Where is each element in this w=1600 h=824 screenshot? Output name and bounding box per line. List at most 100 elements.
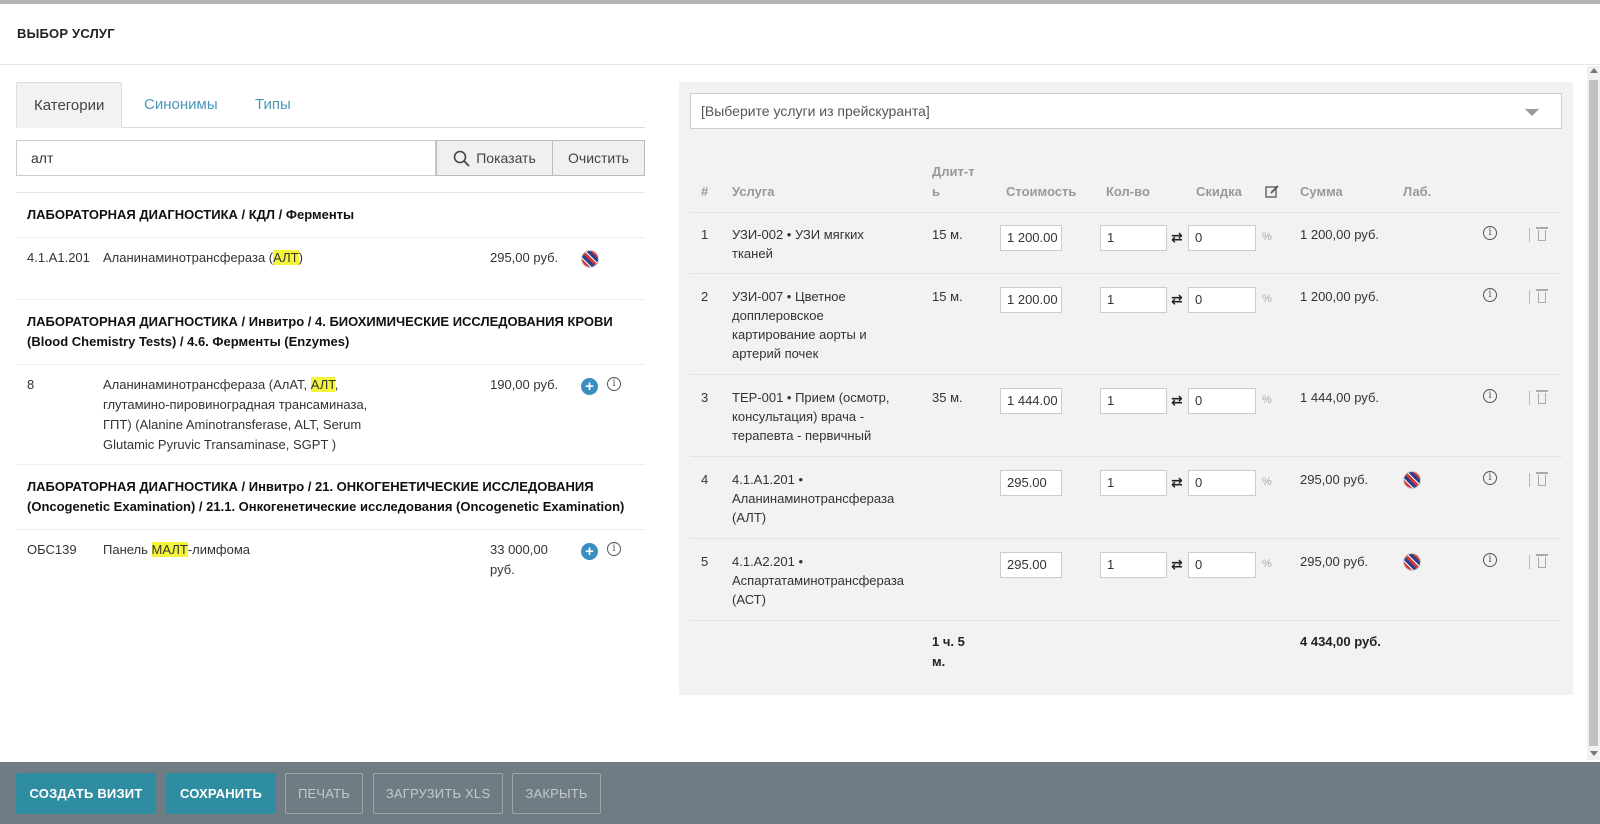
pricelist-select-placeholder: [Выберите услуги из прейскуранта] — [701, 103, 930, 119]
percent-label: % — [1262, 558, 1272, 570]
add-service-icon[interactable]: + — [581, 378, 598, 395]
cost-input[interactable]: 1 444.00 — [1000, 388, 1062, 414]
col-header-num: # — [701, 184, 709, 199]
col-header-duration: Длит-ть — [932, 164, 975, 199]
chevron-down-icon — [1525, 109, 1539, 116]
row-num: 1 — [701, 227, 709, 242]
discount-input[interactable]: 0 — [1188, 552, 1256, 578]
tab-types[interactable]: Типы — [238, 82, 308, 128]
info-icon[interactable]: i — [607, 377, 621, 391]
trash-icon[interactable] — [1536, 472, 1548, 486]
category-header: ЛАБОРАТОРНАЯ ДИАГНОСТИКА / Инвитро / 4. … — [16, 300, 645, 365]
divider — [1529, 391, 1530, 405]
scroll-up-arrow-icon[interactable] — [1590, 68, 1598, 73]
swap-icon[interactable]: ⇄ — [1171, 392, 1183, 409]
lab-logo-icon — [1403, 553, 1421, 571]
tab-synonyms[interactable]: Синонимы — [127, 82, 235, 128]
row-sum: 1 200,00 руб. — [1300, 227, 1380, 242]
total-duration: 1 ч. 5 м. — [932, 634, 965, 669]
selected-services-panel: [Выберите услуги из прейскуранта] # Услу… — [679, 82, 1573, 695]
discount-input[interactable]: 0 — [1188, 388, 1256, 414]
print-button[interactable]: ПЕЧАТЬ — [285, 773, 363, 814]
info-icon[interactable]: i — [1483, 389, 1497, 403]
tab-bar: Категории Синонимы Типы — [16, 82, 645, 128]
qty-input[interactable]: 1 — [1100, 552, 1167, 578]
add-service-icon[interactable]: + — [581, 543, 598, 560]
close-button[interactable]: ЗАКРЫТЬ — [512, 773, 601, 814]
discount-input[interactable]: 0 — [1188, 470, 1256, 496]
trash-icon[interactable] — [1536, 390, 1548, 404]
table-row: 5 4.1.А2.201 • Аспартатаминотрансфераза … — [690, 540, 1562, 621]
row-service: УЗИ-007 • Цветное допплеровское картиров… — [732, 289, 867, 361]
info-icon[interactable]: i — [1483, 226, 1497, 240]
scrollbar-thumb[interactable] — [1589, 80, 1598, 746]
search-input[interactable] — [16, 140, 436, 176]
row-service: ТЕР-001 • Прием (осмотр, консультация) в… — [732, 390, 890, 443]
qty-input[interactable]: 1 — [1100, 225, 1167, 251]
trash-icon[interactable] — [1536, 289, 1548, 303]
table-row: 4 4.1.А1.201 • Аланинаминотрансфераза (А… — [690, 458, 1562, 539]
row-duration: 15 м. — [932, 289, 963, 304]
upload-xls-button[interactable]: ЗАГРУЗИТЬ XLS — [373, 773, 503, 814]
scroll-down-arrow-icon[interactable] — [1590, 751, 1598, 756]
cost-input[interactable]: 1 200.00 — [1000, 225, 1062, 251]
qty-input[interactable]: 1 — [1100, 388, 1167, 414]
percent-label: % — [1262, 394, 1272, 406]
service-price: 33 000,00 руб. — [490, 542, 548, 577]
tab-categories[interactable]: Категории — [16, 82, 123, 128]
dialog-title: ВЫБОР УСЛУГ — [17, 26, 115, 41]
swap-icon[interactable]: ⇄ — [1171, 291, 1183, 308]
result-row[interactable]: 8 Аланинаминотрансфераза (АлАТ, АЛТ, глу… — [16, 365, 645, 465]
service-code: 8 — [27, 377, 35, 392]
info-icon[interactable]: i — [607, 542, 621, 556]
col-header-lab: Лаб. — [1403, 184, 1432, 199]
service-name: Аланинаминотрансфераза (АЛТ) — [103, 250, 303, 265]
row-sum: 1 444,00 руб. — [1300, 390, 1380, 405]
qty-input[interactable]: 1 — [1100, 287, 1167, 313]
divider — [1529, 555, 1530, 569]
row-num: 2 — [701, 289, 709, 304]
save-button[interactable]: СОХРАНИТЬ — [166, 773, 276, 814]
swap-icon[interactable]: ⇄ — [1171, 556, 1183, 573]
cost-input[interactable]: 1 200.00 — [1000, 287, 1062, 313]
info-icon[interactable]: i — [1483, 288, 1497, 302]
swap-icon[interactable]: ⇄ — [1171, 474, 1183, 491]
search-highlight: АЛТ — [310, 377, 335, 392]
row-num: 3 — [701, 390, 709, 405]
lab-logo-icon — [1403, 471, 1421, 489]
search-results: ЛАБОРАТОРНАЯ ДИАГНОСТИКА / КДЛ / Фермент… — [16, 192, 645, 592]
discount-input[interactable]: 0 — [1188, 225, 1256, 251]
trash-icon[interactable] — [1536, 227, 1548, 241]
info-icon[interactable]: i — [1483, 553, 1497, 567]
swap-icon[interactable]: ⇄ — [1171, 229, 1183, 246]
row-num: 4 — [701, 472, 709, 487]
percent-label: % — [1262, 231, 1272, 243]
table-row: 2 УЗИ-007 • Цветное допплеровское картир… — [690, 275, 1562, 375]
qty-input[interactable]: 1 — [1100, 470, 1167, 496]
edit-icon[interactable] — [1265, 184, 1280, 199]
result-row[interactable]: ОБС139 Панель МАЛТ-лимфома 33 000,00 руб… — [16, 530, 645, 592]
cost-input[interactable]: 295.00 — [1000, 552, 1062, 578]
service-code: 4.1.А1.201 — [27, 250, 90, 265]
search-row: Показать Очистить — [16, 140, 645, 176]
divider — [1529, 473, 1530, 487]
row-sum: 295,00 руб. — [1300, 554, 1369, 569]
discount-input[interactable]: 0 — [1188, 287, 1256, 313]
info-icon[interactable]: i — [1483, 471, 1497, 485]
service-price: 295,00 руб. — [490, 250, 559, 265]
service-code: ОБС139 — [27, 542, 77, 557]
search-icon — [453, 150, 470, 167]
trash-icon[interactable] — [1536, 554, 1548, 568]
pricelist-select[interactable]: [Выберите услуги из прейскуранта] — [690, 93, 1562, 129]
clear-button[interactable]: Очистить — [553, 140, 645, 176]
col-header-sum: Сумма — [1300, 184, 1343, 199]
col-header-qty: Кол-во — [1106, 184, 1150, 199]
show-button[interactable]: Показать — [436, 140, 553, 176]
result-row[interactable]: 4.1.А1.201 Аланинаминотрансфераза (АЛТ) … — [16, 238, 645, 300]
cost-input[interactable]: 295.00 — [1000, 470, 1062, 496]
create-visit-button[interactable]: СОЗДАТЬ ВИЗИТ — [16, 773, 156, 814]
category-header: ЛАБОРАТОРНАЯ ДИАГНОСТИКА / Инвитро / 21.… — [16, 465, 645, 530]
table-row: 1 УЗИ-002 • УЗИ мягких тканей 15 м. 1 20… — [690, 213, 1562, 274]
col-header-cost: Стоимость — [1006, 184, 1077, 199]
service-name: Аланинаминотрансфераза (АлАТ, АЛТ, глута… — [103, 377, 368, 452]
